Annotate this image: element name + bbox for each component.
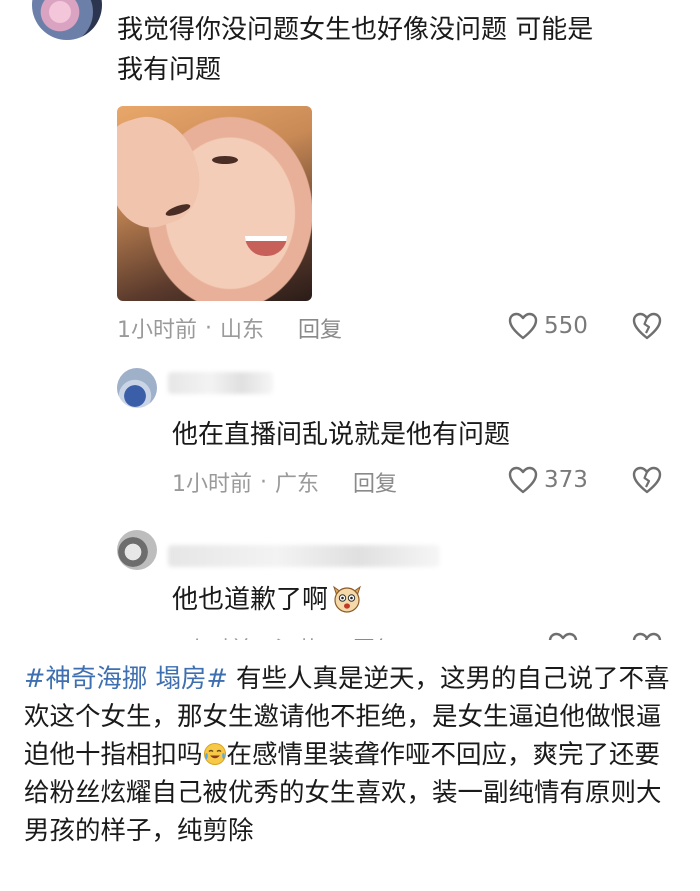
dislike-button[interactable] <box>632 632 662 640</box>
comment-section: 我觉得你没问题女生也好像没问题 可能是 我有问题 1小时前 · 山东 回复 55… <box>0 0 700 640</box>
broken-heart-icon <box>632 466 662 494</box>
post-caption: #神奇海挪 塌房# 有些人真是逆天，这男的自己说了不喜欢这个女生，那女生邀请他不… <box>24 660 674 850</box>
reply-button[interactable]: 回复 <box>353 632 397 640</box>
crying-laughing-emoji <box>203 743 226 765</box>
like-button[interactable] <box>548 632 584 640</box>
comment-text-line1: 我觉得你没问题女生也好像没问题 可能是 <box>117 15 594 45</box>
photo-hand <box>117 106 212 238</box>
reply-avatar[interactable] <box>117 368 157 408</box>
comment-time: 1小时前 <box>117 318 197 343</box>
photo-eye <box>212 156 238 164</box>
dislike-button[interactable] <box>632 466 662 498</box>
commenter-avatar[interactable] <box>32 0 102 40</box>
meta-separator: · <box>205 315 212 341</box>
reply-button[interactable]: 回复 <box>353 466 397 498</box>
heart-outline-icon <box>548 632 578 640</box>
heart-outline-icon <box>508 312 538 340</box>
photo-mouth <box>245 236 287 256</box>
meta-separator: · <box>260 636 267 641</box>
reply-avatar[interactable] <box>117 530 157 570</box>
reply-location: 广东 <box>275 472 320 497</box>
reply-meta: 1小时前 · 江苏 回复 <box>172 632 397 641</box>
dislike-button[interactable] <box>632 312 662 344</box>
reply-meta: 1小时前 · 广东 回复 <box>172 466 397 498</box>
reply-button[interactable]: 回复 <box>298 312 342 344</box>
like-button[interactable]: 373 <box>508 466 588 494</box>
dog-face-emoji <box>333 585 361 613</box>
reply-text: 他也道歉了啊 <box>172 580 672 620</box>
comment-meta: 1小时前 · 山东 回复 <box>117 312 342 344</box>
reply-text: 他在直播间乱说就是他有问题 <box>172 420 511 450</box>
heart-outline-icon <box>508 466 538 494</box>
like-count: 373 <box>544 467 588 493</box>
meta-separator: · <box>260 469 267 495</box>
hashtag-link[interactable]: #神奇海挪 <box>24 664 147 694</box>
reply-time: 1小时前 <box>172 472 252 497</box>
reply-time: 1小时前 <box>172 632 252 640</box>
comment-text: 我觉得你没问题女生也好像没问题 可能是 我有问题 <box>117 10 677 90</box>
broken-heart-icon <box>632 312 662 340</box>
hashtag-link[interactable]: 塌房# <box>155 664 227 694</box>
reply-text-content: 他也道歉了啊 <box>172 585 329 615</box>
like-count: 550 <box>544 313 588 339</box>
comment-image[interactable] <box>117 106 312 301</box>
comment-location: 山东 <box>220 318 265 343</box>
comment-text-line2: 我有问题 <box>117 55 222 85</box>
broken-heart-icon <box>632 632 662 640</box>
blurred-username <box>168 372 273 394</box>
blurred-username <box>168 545 440 567</box>
reply-location: 江苏 <box>275 632 319 640</box>
like-button[interactable]: 550 <box>508 312 588 340</box>
